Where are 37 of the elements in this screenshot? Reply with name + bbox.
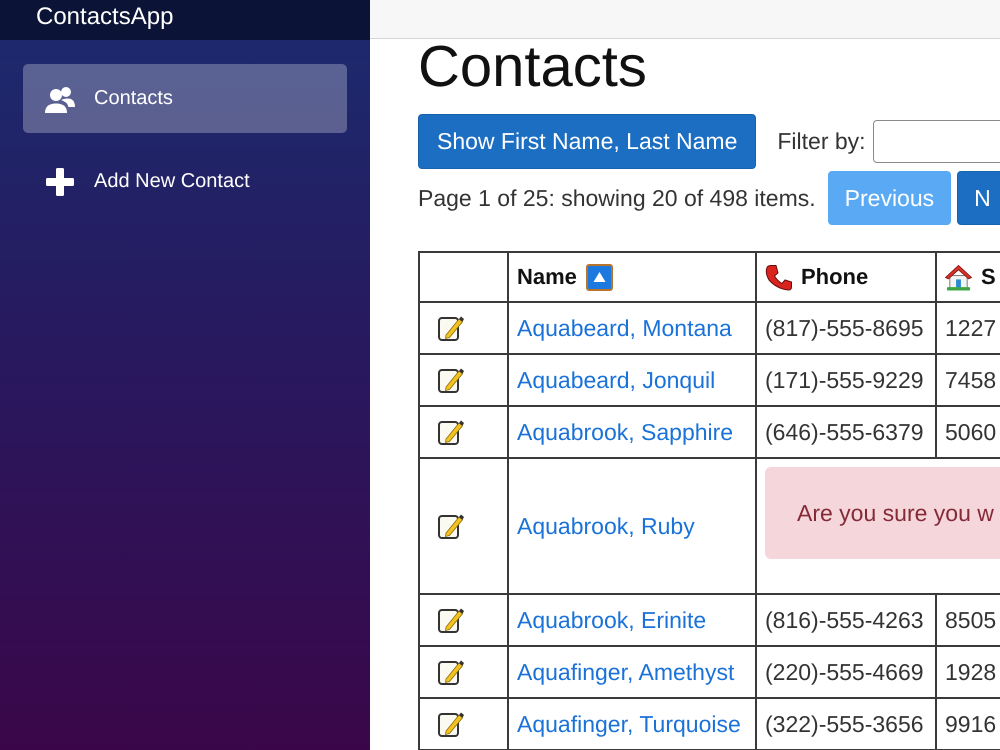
edit-icon[interactable] <box>437 418 464 446</box>
truncated-value: 1928 <box>945 658 996 684</box>
pager-button[interactable]: N <box>957 171 1000 225</box>
name-order-button[interactable]: Show First Name, Last Name <box>418 114 756 169</box>
truncated-value: 5060 <box>945 418 996 444</box>
column-header: Name <box>517 264 577 290</box>
edit-icon[interactable] <box>437 314 464 342</box>
app-title: ContactsApp <box>36 3 174 31</box>
phone-number: (322)-555-3656 <box>765 710 924 736</box>
column-header: S <box>981 264 996 290</box>
edit-icon[interactable] <box>437 366 464 394</box>
phone-number: (220)-555-4669 <box>765 658 924 684</box>
phone-number: (171)-555-9229 <box>765 366 924 392</box>
truncated-value: 1227 <box>945 314 996 340</box>
edit-icon[interactable] <box>437 512 464 540</box>
page-summary: Page 1 of 25: showing 20 of 498 items. <box>418 184 816 212</box>
truncated-value: 9916 <box>945 710 996 736</box>
truncated-value: 7458 <box>945 366 996 392</box>
contact-name-link[interactable]: Aquabrook, Ruby <box>517 512 695 538</box>
phone-number: (646)-555-6379 <box>765 418 924 444</box>
sort-up-icon[interactable] <box>586 264 613 290</box>
phone-number: (817)-555-8695 <box>765 314 924 340</box>
edit-icon[interactable] <box>437 658 464 686</box>
edit-icon[interactable] <box>437 710 464 738</box>
truncated-value: 8505 <box>945 606 996 632</box>
phone-icon <box>765 264 792 290</box>
sidebar-item[interactable]: Add New Contact <box>23 147 347 216</box>
column-header: Phone <box>801 264 868 290</box>
sidebar-item[interactable]: Contacts <box>23 64 347 133</box>
delete-confirmation: Are you sure you w <box>765 467 1000 559</box>
filter-label: Filter by: <box>777 128 866 155</box>
edit-icon[interactable] <box>437 606 464 634</box>
plus-icon <box>45 168 75 196</box>
people-icon <box>45 84 75 112</box>
phone-number: (816)-555-4263 <box>765 606 924 632</box>
page-heading: Contacts <box>418 39 647 95</box>
house-icon <box>945 264 972 290</box>
